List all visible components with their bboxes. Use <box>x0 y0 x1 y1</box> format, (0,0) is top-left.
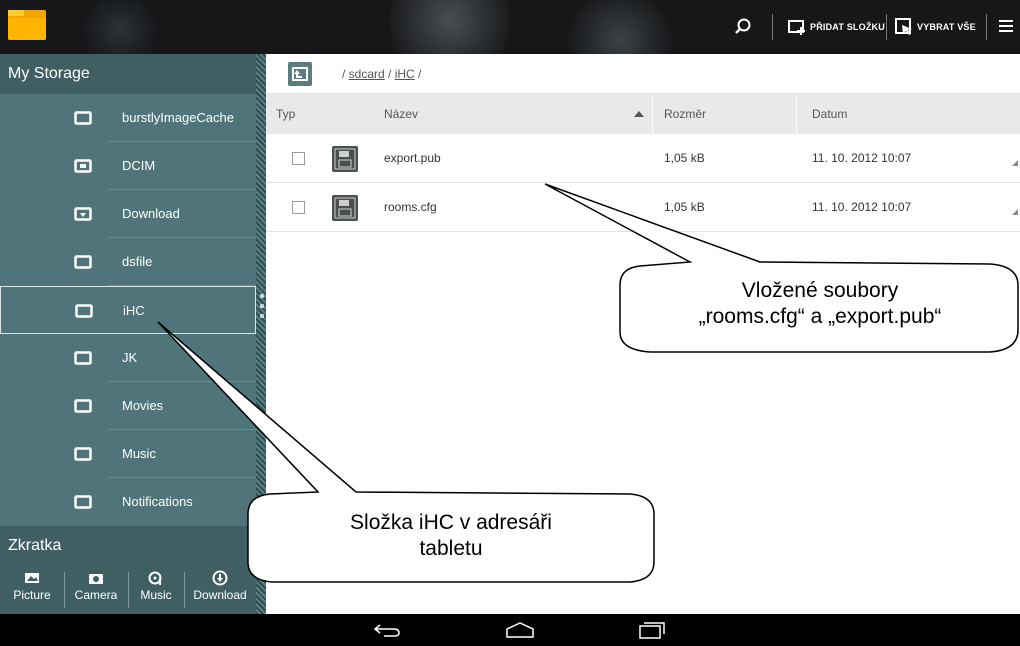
callout-line: Vložené soubory <box>741 279 899 302</box>
screen: PŘIDAT SLOŽKU VYBRAT VŠE My Storage burs… <box>0 0 1020 646</box>
callout-line: tabletu <box>419 537 483 560</box>
callout-line: Složka iHC v adresáři <box>350 511 552 534</box>
callout-line: „rooms.cfg“ a „export.pub“ <box>698 305 942 328</box>
folder-callout-text: Složka iHC v adresáři tabletu <box>252 510 650 562</box>
back-icon[interactable] <box>372 622 402 638</box>
home-icon[interactable] <box>505 621 535 639</box>
system-nav-bar <box>0 614 1020 646</box>
files-callout-text: Vložené soubory „rooms.cfg“ a „export.pu… <box>624 278 1016 330</box>
recent-apps-icon[interactable] <box>638 620 666 640</box>
